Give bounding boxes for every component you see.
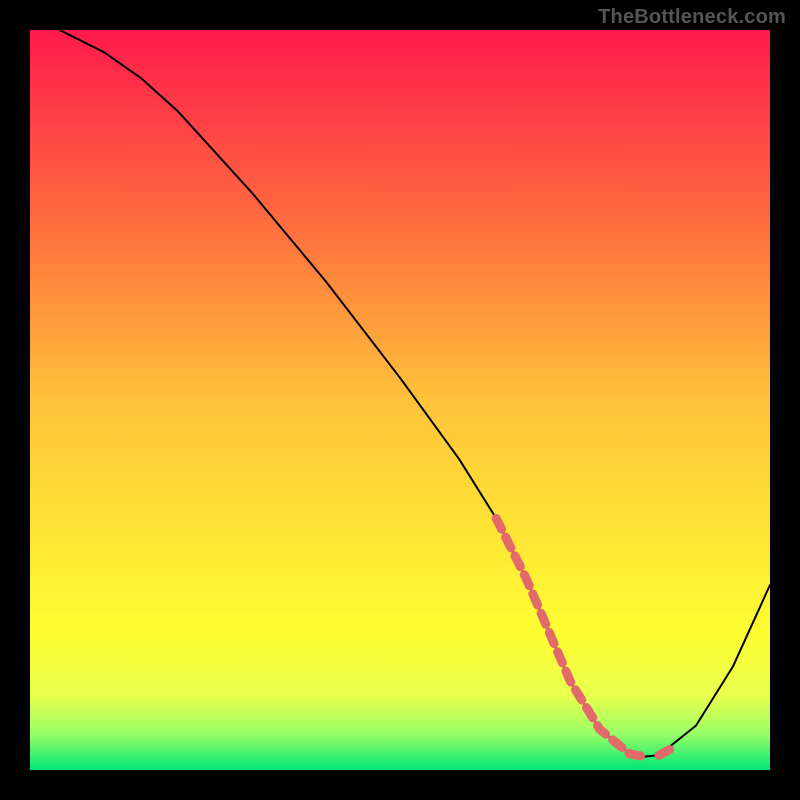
plot-frame <box>30 30 770 770</box>
watermark-text: TheBottleneck.com <box>598 6 786 29</box>
chart-svg <box>30 30 770 770</box>
highlight-segment <box>659 749 670 755</box>
chart-background <box>30 30 770 770</box>
